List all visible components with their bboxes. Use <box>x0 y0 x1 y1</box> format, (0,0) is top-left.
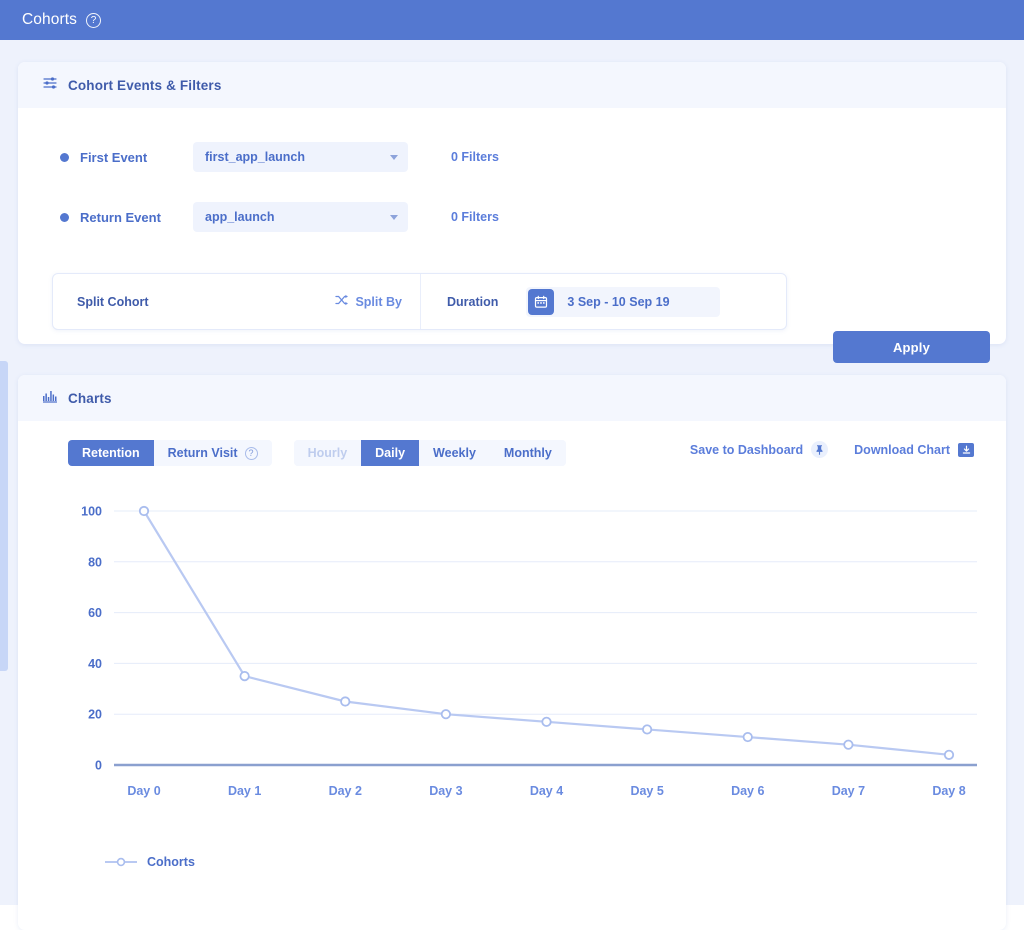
tab-hourly: Hourly <box>294 440 362 466</box>
first-event-select[interactable]: first_app_launch <box>193 142 408 172</box>
chart-series-markers <box>140 507 953 759</box>
tab-weekly-label: Weekly <box>433 446 476 460</box>
chart-gridlines <box>114 511 977 714</box>
svg-text:Day 2: Day 2 <box>329 784 362 798</box>
tab-return-visit[interactable]: Return Visit ? <box>154 440 272 466</box>
bar-chart-icon <box>42 388 58 409</box>
svg-text:0: 0 <box>95 759 102 773</box>
return-event-filters-count[interactable]: 0 Filters <box>451 210 499 224</box>
svg-text:Day 6: Day 6 <box>731 784 764 798</box>
date-range-value: 3 Sep - 10 Sep 19 <box>567 295 669 309</box>
apply-button[interactable]: Apply <box>833 331 990 363</box>
chart-x-axis-labels: Day 0 Day 1 Day 2 Day 3 Day 4 Day 5 Day 6 Day 7… <box>127 784 965 798</box>
bullet-icon <box>60 213 69 222</box>
first-event-value: first_app_launch <box>205 150 390 164</box>
date-range-input[interactable]: 3 Sep - 10 Sep 19 <box>526 287 720 317</box>
bullet-icon <box>60 153 69 162</box>
legend-marker-icon <box>104 857 138 867</box>
return-event-label: Return Event <box>80 210 184 225</box>
first-event-filters-count[interactable]: 0 Filters <box>451 150 499 164</box>
page-title: Cohorts <box>22 11 77 29</box>
svg-text:Day 7: Day 7 <box>832 784 865 798</box>
svg-text:80: 80 <box>88 555 102 569</box>
sliders-icon <box>42 75 58 96</box>
save-to-dashboard-button[interactable]: Save to Dashboard <box>690 441 828 458</box>
return-event-row: Return Event app_launch 0 Filters <box>60 202 499 232</box>
question-circle-icon[interactable]: ? <box>245 447 258 460</box>
duration-section: Duration 3 Sep - 10 Sep 19 <box>421 274 786 329</box>
tab-retention-label: Retention <box>82 446 140 460</box>
first-event-label: First Event <box>80 150 184 165</box>
calendar-icon <box>528 289 554 315</box>
split-duration-strip: Split Cohort Split By <box>52 273 787 330</box>
sidebar-edge <box>0 361 8 671</box>
download-chart-button[interactable]: Download Chart <box>854 443 974 457</box>
charts-panel-header: Charts <box>18 375 1006 421</box>
svg-text:Day 8: Day 8 <box>932 784 965 798</box>
svg-text:40: 40 <box>88 657 102 671</box>
svg-text:20: 20 <box>88 708 102 722</box>
app-header: Cohorts ? <box>0 0 1024 40</box>
filters-panel-title: Cohort Events & Filters <box>68 78 221 93</box>
tab-monthly[interactable]: Monthly <box>490 440 566 466</box>
svg-text:Day 3: Day 3 <box>429 784 462 798</box>
chevron-down-icon <box>390 155 398 160</box>
granularity-tab-group: Hourly Daily Weekly Monthly <box>294 440 566 466</box>
svg-text:Day 1: Day 1 <box>228 784 261 798</box>
duration-label: Duration <box>447 295 498 309</box>
chart-actions: Save to Dashboard Download Chart <box>690 441 974 458</box>
save-to-dashboard-label: Save to Dashboard <box>690 443 803 457</box>
chart-y-axis-labels: 0 20 40 60 80 100 <box>81 505 102 773</box>
charts-panel-title: Charts <box>68 391 112 406</box>
filters-panel-header: Cohort Events & Filters <box>18 62 1006 108</box>
page-canvas: Cohort Events & Filters First Event firs… <box>0 40 1024 905</box>
retention-line-chart: 020406080100 Day 0Day 1Day 2Day 3Day 4Da… <box>42 493 982 893</box>
return-event-value: app_launch <box>205 210 390 224</box>
shuffle-icon <box>335 294 349 309</box>
return-event-select[interactable]: app_launch <box>193 202 408 232</box>
svg-text:60: 60 <box>88 606 102 620</box>
download-chart-label: Download Chart <box>854 443 950 457</box>
split-by-button[interactable]: Split By <box>335 294 402 309</box>
view-tab-group: Retention Return Visit ? <box>68 440 272 466</box>
svg-text:Day 0: Day 0 <box>127 784 160 798</box>
tab-return-visit-label: Return Visit <box>168 446 238 460</box>
svg-text:100: 100 <box>81 505 102 519</box>
tab-monthly-label: Monthly <box>504 446 552 460</box>
first-event-row: First Event first_app_launch 0 Filters <box>60 142 499 172</box>
charts-panel: Charts Retention Return Visit ? Hourly D… <box>18 375 1006 930</box>
tab-hourly-label: Hourly <box>308 446 348 460</box>
question-circle-icon[interactable]: ? <box>86 13 101 28</box>
pin-icon <box>811 441 828 458</box>
svg-text:Day 4: Day 4 <box>530 784 563 798</box>
split-cohort-label: Split Cohort <box>77 295 149 309</box>
split-cohort-section: Split Cohort Split By <box>53 274 421 329</box>
download-icon <box>958 443 974 457</box>
tab-weekly[interactable]: Weekly <box>419 440 490 466</box>
chevron-down-icon <box>390 215 398 220</box>
tab-retention[interactable]: Retention <box>68 440 154 466</box>
cohort-events-filters-panel: Cohort Events & Filters First Event firs… <box>18 62 1006 344</box>
split-by-label: Split By <box>355 295 402 309</box>
chart-legend: Cohorts <box>104 855 195 869</box>
chart-tabs: Retention Return Visit ? Hourly Daily We… <box>68 440 566 466</box>
legend-label-cohorts: Cohorts <box>147 855 195 869</box>
tab-daily-label: Daily <box>375 446 405 460</box>
svg-text:Day 5: Day 5 <box>630 784 663 798</box>
tab-daily[interactable]: Daily <box>361 440 419 466</box>
